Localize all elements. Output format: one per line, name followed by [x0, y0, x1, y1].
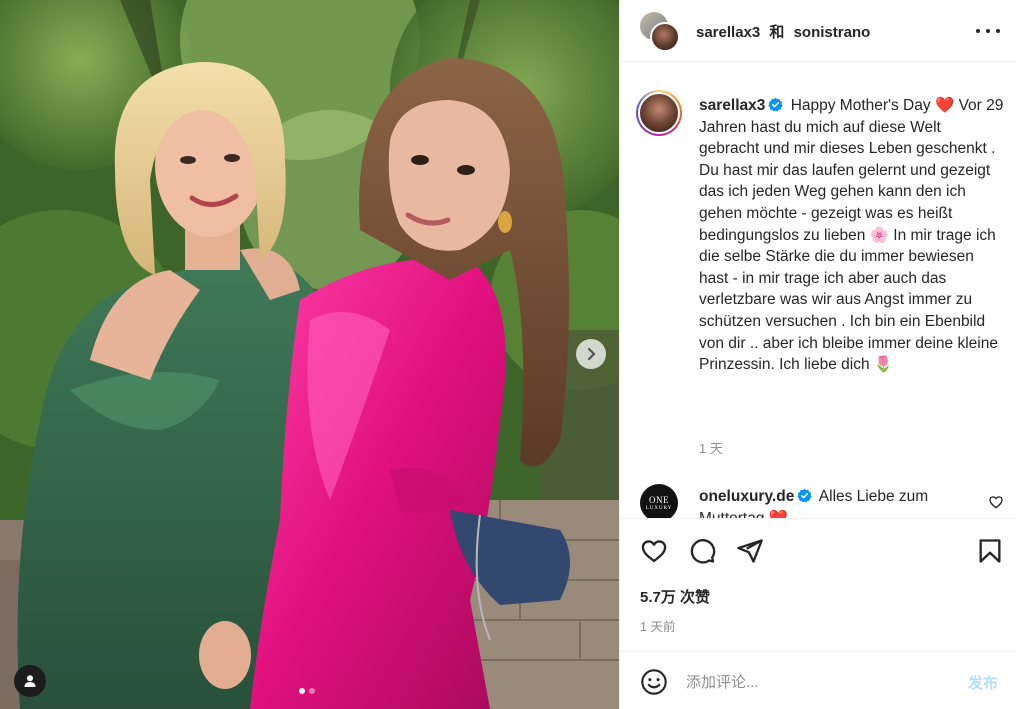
collab-usernames: sarellax3 和 sonistrano — [696, 21, 870, 42]
caption-timestamp[interactable]: 1 天 — [699, 438, 723, 457]
comment-item: ONE LUXURY oneluxury.de Alles Liebe zum … — [620, 482, 1016, 519]
caption-segment-1: Happy Mother's Day — [790, 97, 931, 114]
chevron-right-icon — [587, 347, 596, 361]
carousel-dot — [309, 688, 315, 694]
caption-text: sarellax3 Happy Mother's Day ❤️ Vor 29 J… — [699, 95, 1004, 376]
caption-username[interactable]: sarellax3 — [699, 97, 765, 114]
smiley-icon[interactable] — [640, 668, 668, 696]
verified-badge-icon — [768, 97, 783, 112]
post-date[interactable]: 1 天前 — [640, 616, 675, 635]
comment-input[interactable] — [686, 668, 956, 696]
comment-username[interactable]: oneluxury.de — [699, 488, 794, 505]
caption-emoji-blossom: 🌸 — [869, 226, 889, 244]
header-joiner: 和 — [769, 24, 785, 41]
send-icon[interactable] — [736, 537, 764, 565]
likes-count[interactable]: 5.7万 次赞 — [640, 586, 710, 607]
post-comment-button[interactable]: 发布 — [968, 672, 998, 693]
caption-segment-4: In mir trage ich die selbe Stärke die du… — [699, 226, 998, 374]
comment-avatar-logo-sub: LUXURY — [645, 506, 673, 511]
more-options-button[interactable] — [976, 20, 1000, 42]
carousel-next-button[interactable] — [576, 339, 606, 369]
photo-image — [0, 0, 619, 709]
tagged-people-button[interactable] — [14, 665, 46, 697]
post-actions: 5.7万 次赞 1 天前 — [620, 518, 1016, 648]
caption-scroll-area[interactable]: sarellax3 Happy Mother's Day ❤️ Vor 29 J… — [620, 62, 1016, 519]
comment-avatar-logo-text: ONE — [649, 495, 669, 505]
header-username-1[interactable]: sarellax3 — [696, 24, 760, 41]
comment-avatar[interactable]: ONE LUXURY — [640, 484, 678, 519]
caption-avatar[interactable] — [636, 90, 682, 136]
collab-avatars[interactable] — [640, 12, 682, 52]
comment-text: oneluxury.de Alles Liebe zum Muttertag ❤… — [699, 486, 979, 519]
heart-outline-icon[interactable] — [988, 494, 1004, 510]
person-icon — [24, 675, 36, 687]
more-horizontal-icon — [976, 29, 980, 33]
verified-badge-icon — [797, 488, 812, 503]
more-horizontal-icon-dot — [986, 29, 990, 33]
post-side-panel: sarellax3 和 sonistrano sarellax3 Happy M… — [619, 0, 1016, 709]
avatar-sarellax3[interactable] — [650, 22, 680, 52]
add-comment-bar: 发布 — [620, 651, 1016, 709]
caption-emoji-tulip: 🌷 — [873, 356, 894, 374]
header-username-2[interactable]: sonistrano — [794, 24, 871, 41]
caption-emoji-heart: ❤️ — [934, 97, 955, 114]
comment-icon[interactable] — [688, 537, 716, 565]
post-header: sarellax3 和 sonistrano — [620, 0, 1016, 62]
carousel-dot-active — [299, 688, 305, 694]
carousel-indicator — [299, 688, 315, 694]
bookmark-icon[interactable] — [976, 537, 1004, 565]
heart-icon[interactable] — [640, 537, 668, 565]
post-photo[interactable] — [0, 0, 619, 709]
more-horizontal-icon-dot — [996, 29, 1000, 33]
